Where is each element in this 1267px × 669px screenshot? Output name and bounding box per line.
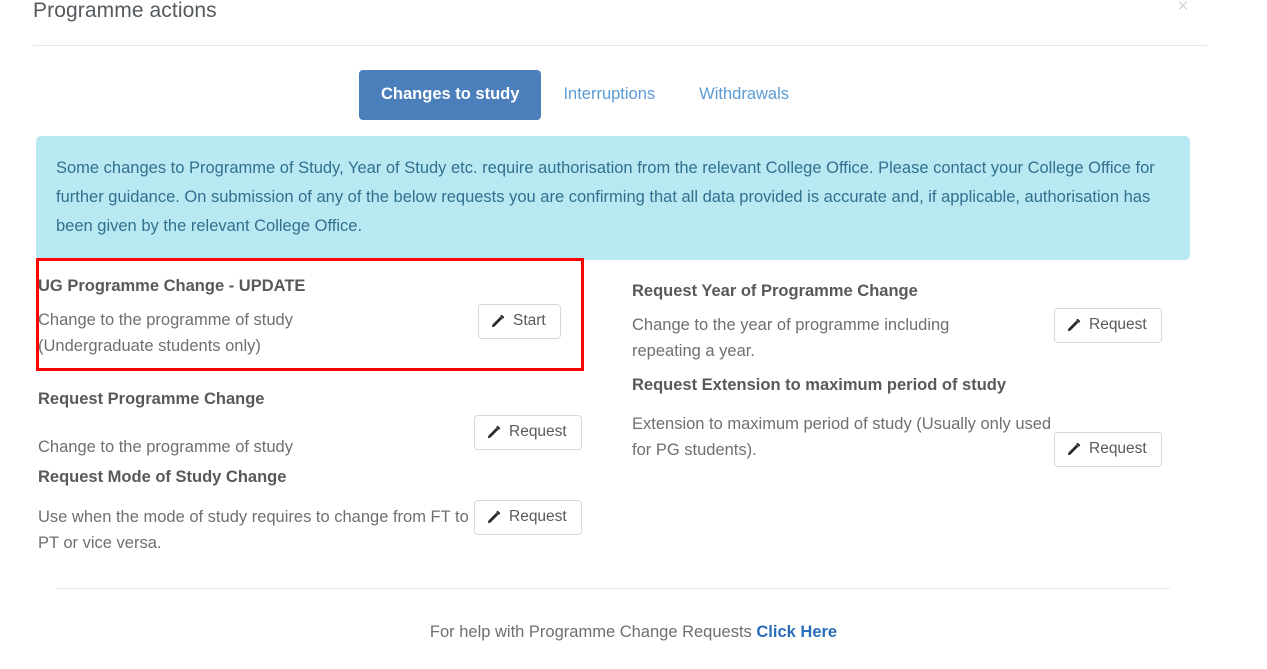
request-button[interactable]: Request: [474, 500, 582, 535]
header-divider: [33, 45, 1207, 46]
pencil-icon: [1067, 318, 1081, 332]
request-button[interactable]: Request: [1054, 308, 1162, 343]
pencil-icon: [487, 425, 501, 439]
actions-grid: UG Programme Change - UPDATE Change to t…: [0, 258, 1267, 578]
actions-column-left: UG Programme Change - UPDATE Change to t…: [38, 258, 583, 554]
action-description: Change to the year of programme includin…: [632, 304, 1022, 364]
tab-interruptions[interactable]: Interruptions: [541, 70, 677, 120]
request-button-label: Request: [509, 424, 567, 440]
start-button[interactable]: Start: [478, 304, 561, 339]
page-title: Programme actions: [33, 0, 217, 23]
request-button-label: Request: [1089, 441, 1147, 457]
action-request-extension-max-period-of-study: Request Extension to maximum period of s…: [632, 372, 1177, 492]
action-description: Extension to maximum period of study (Us…: [632, 398, 1052, 463]
action-title: Request Mode of Study Change: [38, 464, 583, 490]
click-here-link[interactable]: Click Here: [756, 623, 837, 641]
action-request-mode-of-study-change: Request Mode of Study Change Use when th…: [38, 464, 583, 554]
actions-column-right: Request Year of Programme Change Change …: [632, 266, 1177, 492]
action-title: Request Programme Change: [38, 371, 583, 412]
info-alert: Some changes to Programme of Study, Year…: [36, 136, 1190, 260]
close-icon[interactable]: ×: [1172, 0, 1194, 18]
action-description: Use when the mode of study requires to c…: [38, 490, 470, 556]
action-ug-programme-change-update: UG Programme Change - UPDATE Change to t…: [38, 258, 583, 371]
pencil-icon: [1067, 442, 1081, 456]
action-title: Request Extension to maximum period of s…: [632, 372, 1032, 398]
pencil-icon: [491, 314, 505, 328]
action-description: Change to the programme of study (Underg…: [38, 299, 368, 359]
request-button[interactable]: Request: [1054, 432, 1162, 467]
footer-help-text: For help with Programme Change Requests …: [0, 619, 1267, 645]
action-description: Change to the programme of study: [38, 412, 438, 460]
action-request-year-of-programme-change: Request Year of Programme Change Change …: [632, 266, 1177, 372]
info-alert-text: Some changes to Programme of Study, Year…: [56, 154, 1170, 241]
request-button-label: Request: [509, 509, 567, 525]
action-title: UG Programme Change - UPDATE: [38, 258, 583, 299]
tab-changes-to-study[interactable]: Changes to study: [359, 70, 541, 120]
tab-bar: Changes to study Interruptions Withdrawa…: [0, 70, 1267, 120]
action-title: Request Year of Programme Change: [632, 266, 1177, 304]
request-button-label: Request: [1089, 317, 1147, 333]
programme-actions-modal: Programme actions × Changes to study Int…: [0, 0, 1267, 669]
tab-withdrawals[interactable]: Withdrawals: [677, 70, 811, 120]
footer-divider: [56, 588, 1170, 589]
request-button[interactable]: Request: [474, 415, 582, 450]
start-button-label: Start: [513, 313, 546, 329]
pencil-icon: [487, 510, 501, 524]
modal-header: Programme actions ×: [0, 0, 1267, 46]
action-request-programme-change: Request Programme Change Change to the p…: [38, 371, 583, 464]
footer-help-label: For help with Programme Change Requests: [430, 623, 752, 641]
